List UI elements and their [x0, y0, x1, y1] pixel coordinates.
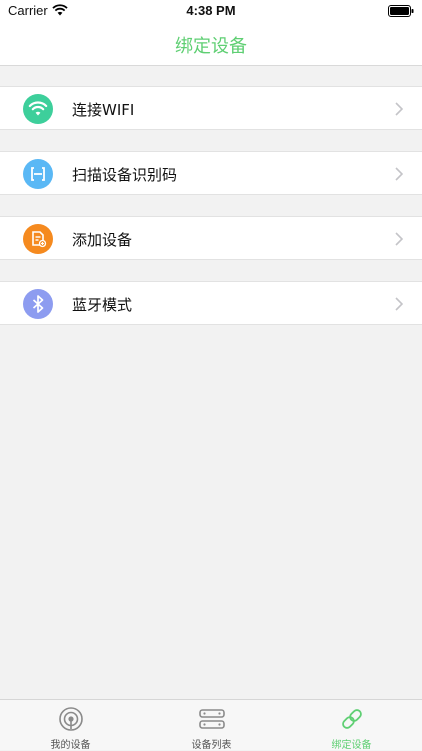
link-icon: [341, 709, 362, 729]
tab-bind-device[interactable]: 绑定设备: [281, 700, 422, 751]
my-device-icon: [58, 707, 83, 731]
battery-icon: [388, 5, 414, 17]
menu-item-label: 蓝牙模式: [72, 296, 133, 314]
wifi-icon: [23, 94, 53, 124]
tab-label: 设备列表: [191, 740, 232, 751]
page-title: 绑定设备: [175, 36, 247, 57]
device-list-icon: [198, 709, 225, 729]
tab-label: 绑定设备: [331, 740, 372, 751]
scan-icon: [23, 159, 53, 189]
add-device-icon: [23, 224, 53, 254]
menu-item-label: 连接WIFI: [72, 101, 135, 119]
tab-my-devices[interactable]: 我的设备: [0, 700, 141, 751]
navigation-bar: 绑定设备: [0, 22, 422, 66]
status-bar: Carrier 4:38 PM: [0, 0, 422, 22]
chevron-right-icon: [395, 167, 403, 181]
chevron-right-icon: [395, 102, 403, 116]
bluetooth-icon: [23, 289, 53, 319]
chevron-right-icon: [395, 297, 403, 311]
status-time: 4:38 PM: [186, 3, 236, 18]
menu-item-label: 扫描设备识别码: [72, 166, 178, 184]
tab-bar: 我的设备 设备列表 绑定设备: [0, 699, 422, 751]
menu-item-bluetooth-mode[interactable]: 蓝牙模式: [0, 281, 422, 325]
tab-label: 我的设备: [50, 740, 91, 751]
menu-item-add-device[interactable]: 添加设备: [0, 216, 422, 260]
menu-item-label: 添加设备: [72, 231, 133, 249]
menu-item-connect-wifi[interactable]: 连接WIFI: [0, 86, 422, 130]
chevron-right-icon: [395, 232, 403, 246]
menu-item-scan-code[interactable]: 扫描设备识别码: [0, 151, 422, 195]
tab-device-list[interactable]: 设备列表: [141, 700, 282, 751]
